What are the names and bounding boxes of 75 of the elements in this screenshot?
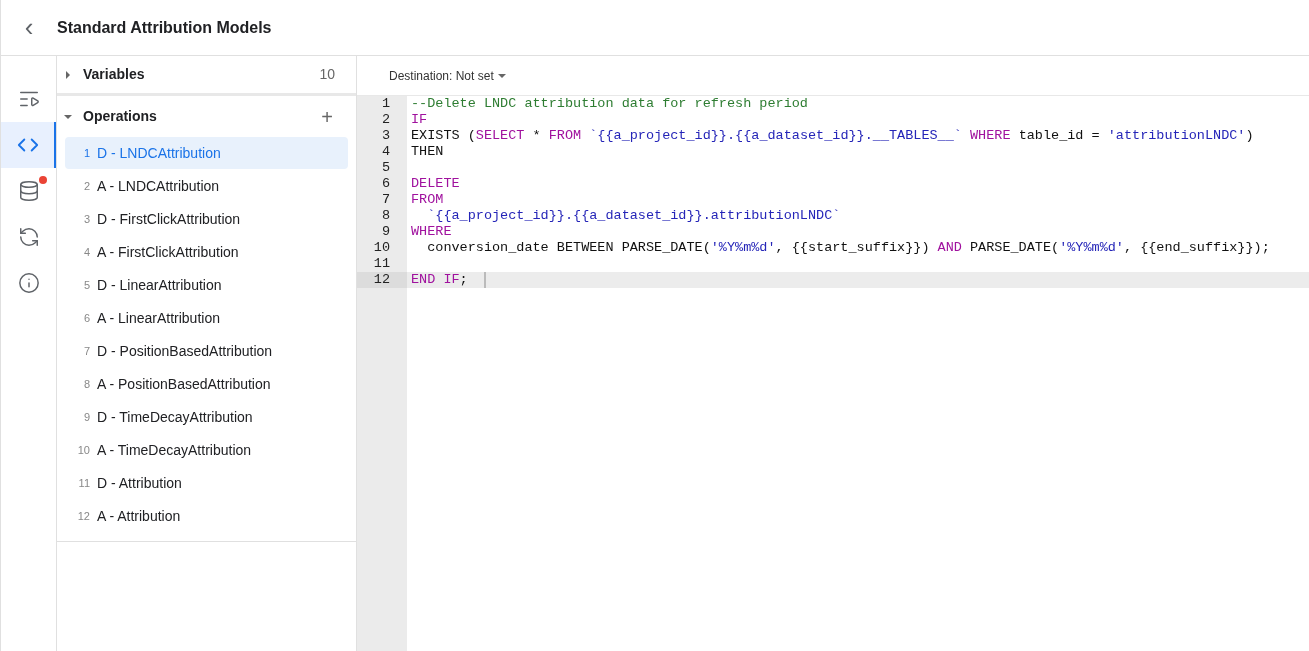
item-label: A - FirstClickAttribution bbox=[97, 242, 239, 262]
back-button[interactable]: ‹ bbox=[1, 0, 57, 56]
operation-item[interactable]: 9 D - TimeDecayAttribution bbox=[65, 401, 348, 433]
item-number: 3 bbox=[82, 211, 91, 227]
line-number: 7 bbox=[381, 192, 390, 208]
item-label: D - LinearAttribution bbox=[97, 275, 222, 295]
item-label: D - PositionBasedAttribution bbox=[97, 341, 273, 361]
replay-icon bbox=[17, 226, 40, 248]
item-label: A - LinearAttribution bbox=[97, 308, 220, 328]
item-number: 7 bbox=[82, 343, 91, 359]
line-number: 3 bbox=[381, 128, 390, 144]
operation-item[interactable]: 3 D - FirstClickAttribution bbox=[65, 203, 348, 235]
operation-item[interactable]: 1 D - LNDCAttribution bbox=[65, 137, 348, 169]
item-number: 4 bbox=[82, 244, 91, 260]
item-number: 9 bbox=[82, 409, 91, 425]
code-line: --Delete LNDC attribution data for refresh period bbox=[411, 96, 808, 112]
item-label: A - PositionBasedAttribution bbox=[97, 374, 271, 394]
code-line: THEN bbox=[411, 144, 444, 160]
variable-count: 10 bbox=[319, 65, 336, 84]
code-line: conversion_date BETWEEN PARSE_DATE('%Y%m%d', {{start_suffix}}) AND PARSE_DATE('%Y%m%d', {{end_suffix}}); bbox=[426, 240, 1270, 256]
item-number: 10 bbox=[76, 442, 91, 458]
section-title: Operations bbox=[83, 107, 158, 126]
line-number: 9 bbox=[381, 224, 390, 240]
item-label: A - LNDCAttribution bbox=[97, 176, 220, 196]
item-number: 5 bbox=[82, 277, 91, 293]
variables-header[interactable]: Variables 10 bbox=[57, 56, 356, 96]
rail-tab[interactable] bbox=[1, 122, 56, 168]
code-line: WHERE bbox=[411, 224, 452, 240]
item-label: D - TimeDecayAttribution bbox=[97, 407, 253, 427]
code-line: END IF; bbox=[411, 272, 468, 288]
operation-item[interactable]: 10 A - TimeDecayAttribution bbox=[65, 434, 348, 466]
page-title: Standard Attribution Models bbox=[57, 17, 272, 38]
section-title: Variables bbox=[83, 65, 146, 84]
operation-item[interactable]: 11 D - Attribution bbox=[65, 467, 348, 499]
code-line: FROM bbox=[411, 192, 444, 208]
operation-item[interactable]: 6 A - LinearAttribution bbox=[65, 302, 348, 334]
item-number: 6 bbox=[82, 310, 91, 326]
item-number: 8 bbox=[82, 376, 91, 392]
item-label: D - LNDCAttribution bbox=[97, 143, 221, 163]
line-number: 4 bbox=[381, 144, 390, 160]
text-cursor bbox=[483, 272, 486, 288]
line-number: 6 bbox=[381, 176, 390, 192]
operation-item[interactable]: 7 D - PositionBasedAttribution bbox=[65, 335, 348, 367]
code-line: `{{a_project_id}}.{{a_dataset_id}}.attributionLNDC` bbox=[426, 208, 841, 224]
add-button[interactable]: + bbox=[321, 106, 349, 127]
line-number: 5 bbox=[381, 160, 390, 176]
code-line: IF bbox=[411, 112, 428, 128]
operation-item[interactable]: 5 D - LinearAttribution bbox=[65, 269, 348, 301]
caret-right-icon bbox=[64, 70, 72, 79]
operation-item[interactable]: 4 A - FirstClickAttribution bbox=[65, 236, 348, 268]
item-number: 11 bbox=[77, 475, 91, 491]
item-label: A - Attribution bbox=[97, 506, 181, 526]
line-number: 12 bbox=[373, 272, 390, 288]
operation-item[interactable]: 12 A - Attribution bbox=[65, 500, 348, 532]
caret-down-icon bbox=[64, 112, 72, 121]
item-label: D - Attribution bbox=[97, 473, 182, 493]
operation-item[interactable]: 8 A - PositionBasedAttribution bbox=[65, 368, 348, 400]
item-label: A - TimeDecayAttribution bbox=[97, 440, 252, 460]
line-number: 10 bbox=[373, 240, 390, 256]
item-number: 12 bbox=[76, 508, 91, 524]
info-icon bbox=[17, 272, 40, 294]
line-number: 11 bbox=[373, 256, 390, 272]
operation-item[interactable]: 2 A - LNDCAttribution bbox=[65, 170, 348, 202]
database-icon bbox=[17, 180, 40, 202]
destination-dropdown[interactable]: Destination: Not set bbox=[389, 66, 506, 85]
line-number: 1 bbox=[381, 96, 390, 112]
line-number: 8 bbox=[381, 208, 390, 224]
item-number: 2 bbox=[82, 178, 91, 194]
code-line: EXISTS (SELECT * FROM `{{a_project_id}}.{{a_dataset_id}}.__TABLES__` WHERE table_id = 'attributionLNDC') bbox=[411, 128, 1254, 144]
code-line: DELETE bbox=[411, 176, 460, 192]
item-label: D - FirstClickAttribution bbox=[97, 209, 241, 229]
operations-header[interactable]: Operations + bbox=[57, 96, 356, 137]
caret-down-icon bbox=[497, 73, 506, 78]
line-number: 2 bbox=[381, 112, 390, 128]
item-number: 1 bbox=[82, 145, 91, 161]
